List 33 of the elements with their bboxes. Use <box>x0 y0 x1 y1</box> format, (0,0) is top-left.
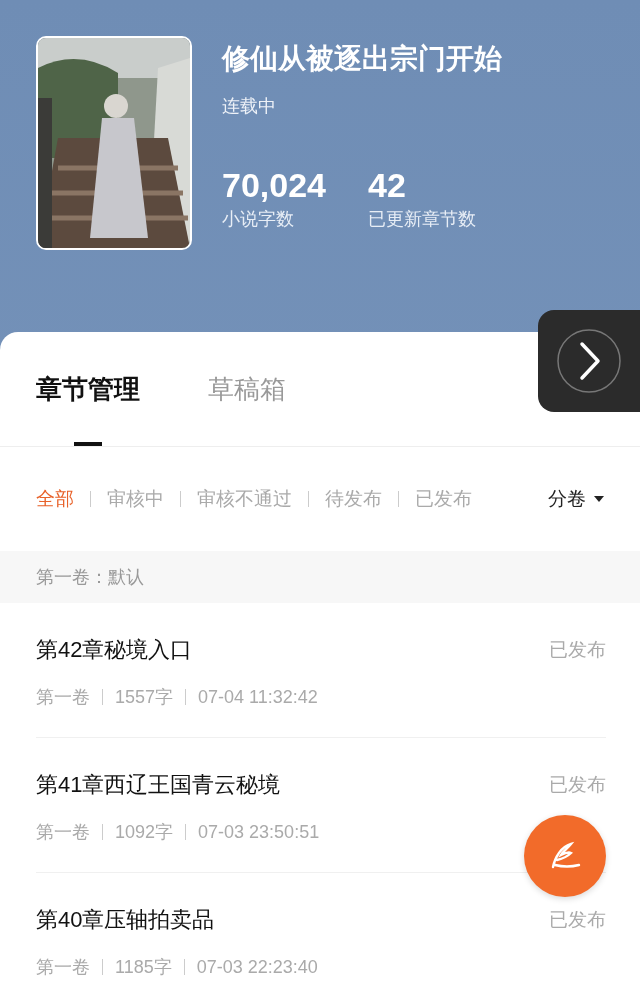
filter-option[interactable]: 待发布 <box>325 486 382 512</box>
word-count: 1092字 <box>115 821 174 844</box>
update-time: 07-03 22:23:40 <box>196 956 318 978</box>
volume-dropdown[interactable]: 分卷 <box>548 486 604 512</box>
filter-option[interactable]: 审核不通过 <box>197 486 292 512</box>
stat-value: 70,024 <box>222 166 326 205</box>
filter-option[interactable]: 全部 <box>36 486 74 512</box>
word-count: 1185字 <box>115 956 172 979</box>
chapter-status: 已发布 <box>549 638 606 662</box>
volume-header: 第一卷：默认 <box>0 551 640 603</box>
book-status: 连载中 <box>222 95 277 118</box>
update-time: 07-03 23:50:51 <box>198 821 320 843</box>
chevron-right-icon <box>556 328 622 394</box>
chapter-status: 已发布 <box>549 908 606 932</box>
book-title: 修仙从被逐出宗门开始 <box>222 42 502 76</box>
stat-label: 已更新章节数 <box>368 208 476 231</box>
chapter-volume: 第一卷 <box>36 956 90 979</box>
chapter-volume: 第一卷 <box>36 821 90 844</box>
update-time: 07-04 11:32:42 <box>198 686 318 708</box>
word-count: 1557字 <box>115 686 174 709</box>
tab[interactable]: 草稿箱 <box>208 332 286 446</box>
filter-option[interactable]: 审核中 <box>107 486 164 512</box>
chapter-title[interactable]: 第42章秘境入口 <box>36 635 193 665</box>
chapter-title[interactable]: 第41章西辽王国青云秘境 <box>36 770 281 800</box>
chapter-status: 已发布 <box>549 773 606 797</box>
filter-option[interactable]: 已发布 <box>415 486 472 512</box>
caret-icon <box>594 496 604 502</box>
tab[interactable]: 章节管理 <box>36 332 140 446</box>
next-button[interactable] <box>538 310 640 412</box>
chapter-volume: 第一卷 <box>36 686 90 709</box>
stat-value: 42 <box>368 166 407 205</box>
stat-label: 小说字数 <box>222 208 295 231</box>
chapter-title[interactable]: 第40章压轴拍卖品 <box>36 905 215 935</box>
